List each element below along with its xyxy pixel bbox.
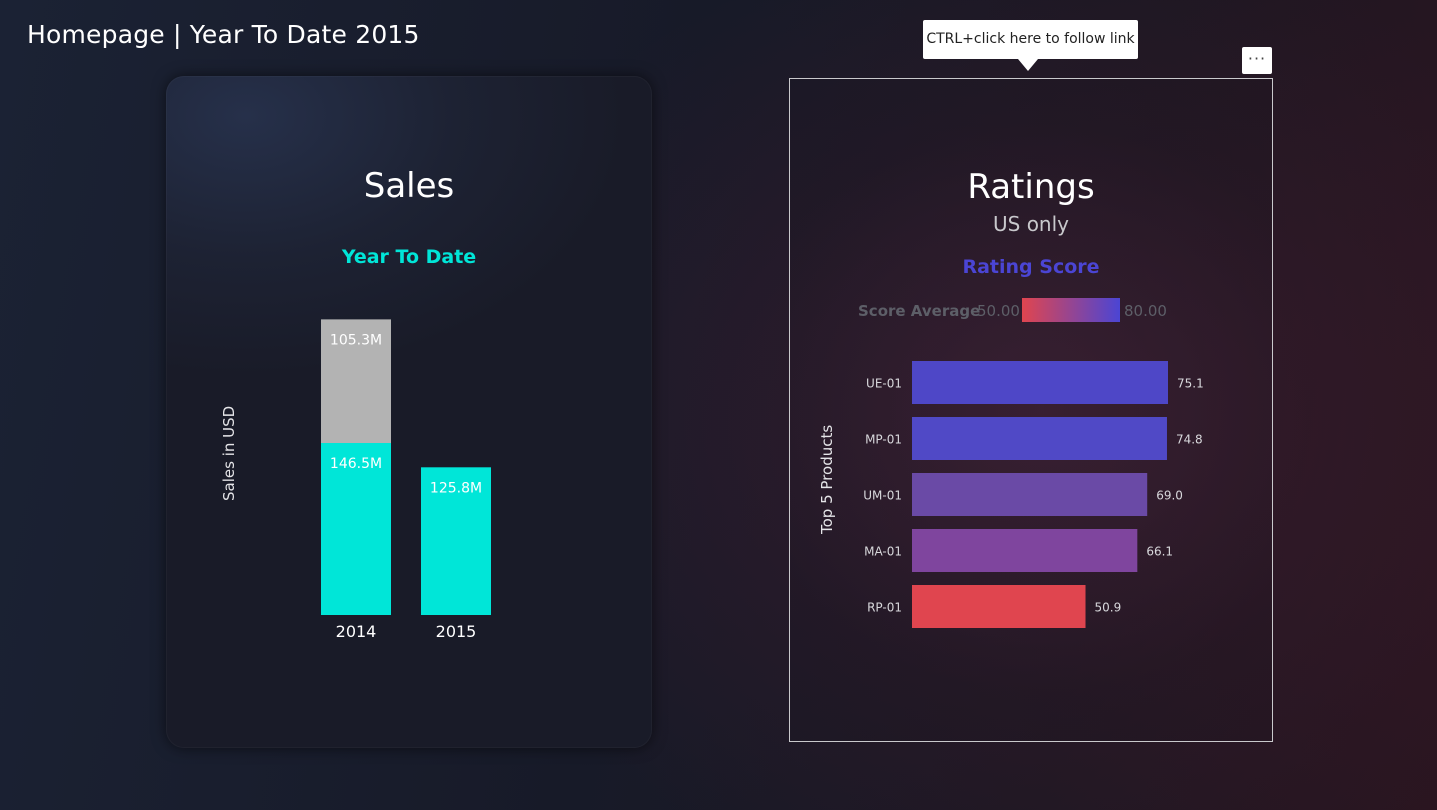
sales-card[interactable]: Sales Year To Date Sales in USD 146.5M 10… [166, 76, 652, 748]
rating-value-label: 50.9 [1095, 601, 1122, 615]
sales-bar-label: 125.8M [430, 480, 482, 496]
page-title: Homepage | Year To Date 2015 [27, 20, 420, 49]
rating-bar-UE-01[interactable] [912, 361, 1168, 404]
rating-category-label: RP-01 [867, 601, 902, 615]
sales-category-label: 2014 [336, 622, 377, 641]
rating-bar-RP-01[interactable] [912, 585, 1086, 628]
rating-value-label: 75.1 [1177, 377, 1204, 391]
rating-bar-MP-01[interactable] [912, 417, 1167, 460]
tooltip-arrow [1018, 59, 1038, 71]
rating-category-label: UM-01 [863, 489, 902, 503]
rating-value-label: 66.1 [1146, 545, 1173, 559]
rating-value-label: 74.8 [1176, 433, 1203, 447]
sales-chart[interactable]: 146.5M 105.3M 2014 125.8M 2015 [166, 76, 652, 676]
sales-category-label: 2015 [436, 622, 477, 641]
more-options-button[interactable]: ··· [1242, 47, 1272, 74]
sales-bar-label: 146.5M [330, 456, 382, 472]
ratings-chart[interactable]: UE-01 75.1 MP-01 74.8 UM-01 69.0 MA-01 66.1 RP-0… [790, 79, 1270, 679]
rating-category-label: MP-01 [865, 433, 902, 447]
sales-bar-label: 105.3M [330, 332, 382, 348]
rating-bar-UM-01[interactable] [912, 473, 1148, 516]
follow-link-tooltip: CTRL+click here to follow link [923, 20, 1138, 59]
rating-bar-MA-01[interactable] [912, 529, 1138, 572]
rating-category-label: UE-01 [866, 377, 902, 391]
rating-category-label: MA-01 [864, 545, 902, 559]
rating-value-label: 69.0 [1156, 489, 1183, 503]
ratings-card[interactable]: Ratings US only Rating Score Score Avera… [789, 78, 1273, 742]
